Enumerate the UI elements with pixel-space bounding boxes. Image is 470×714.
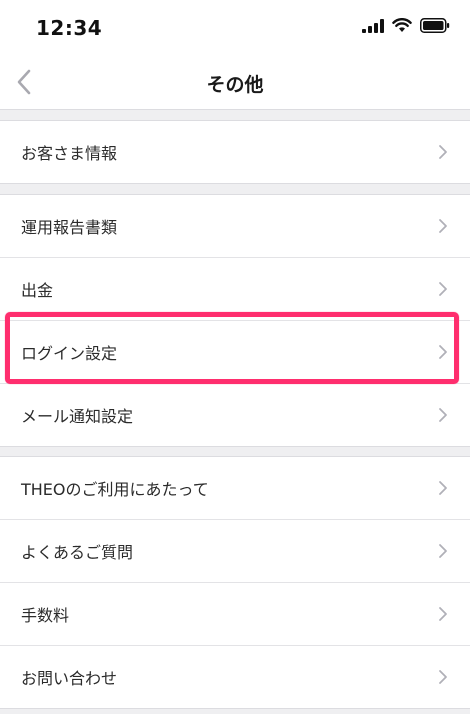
list-item-label: 出金 — [21, 281, 54, 300]
nav-bar: その他 — [0, 56, 470, 110]
chevron-right-icon — [439, 408, 447, 422]
list-item-label: THEOのご利用にあたって — [21, 480, 209, 499]
chevron-right-icon — [439, 219, 447, 233]
signal-icon — [362, 18, 384, 33]
list-item-fees[interactable]: 手数料 — [0, 582, 470, 645]
list-item-contact[interactable]: お問い合わせ — [0, 645, 470, 708]
list-item-label: よくあるご質問 — [21, 543, 134, 562]
battery-icon — [420, 18, 450, 33]
chevron-right-icon — [439, 544, 447, 558]
page-title: その他 — [206, 74, 264, 96]
chevron-right-icon — [439, 145, 447, 159]
list-item-reports[interactable]: 運用報告書類 — [0, 195, 470, 257]
list-item-label: ログイン設定 — [21, 344, 118, 363]
group-support: THEOのご利用にあたって よくあるご質問 手数料 お問い合わせ — [0, 456, 470, 709]
list-item-label: 運用報告書類 — [21, 218, 118, 237]
chevron-right-icon — [439, 481, 447, 495]
list-item-withdrawal[interactable]: 出金 — [0, 257, 470, 320]
group-operations: 運用報告書類 出金 ログイン設定 メール通知設定 — [0, 194, 470, 447]
status-time: 12:34 — [36, 16, 103, 40]
list-item-label: メール通知設定 — [21, 407, 134, 426]
status-bar: 12:34 — [0, 0, 470, 56]
list-item-customer-info[interactable]: お客さま情報 — [0, 121, 470, 183]
list-item-label: 手数料 — [21, 606, 70, 625]
chevron-right-icon — [439, 345, 447, 359]
group-account: お客さま情報 — [0, 120, 470, 184]
chevron-right-icon — [439, 607, 447, 621]
list-item-about-theo[interactable]: THEOのご利用にあたって — [0, 457, 470, 519]
list-item-email-notification[interactable]: メール通知設定 — [0, 383, 470, 446]
wifi-icon — [392, 18, 412, 32]
list-item-label: お問い合わせ — [21, 669, 118, 688]
list-item-label: お客さま情報 — [21, 144, 118, 163]
chevron-right-icon — [439, 282, 447, 296]
list-item-login-settings[interactable]: ログイン設定 — [0, 320, 470, 383]
chevron-right-icon — [439, 670, 447, 684]
list-item-faq[interactable]: よくあるご質問 — [0, 519, 470, 582]
status-icons — [362, 18, 450, 33]
